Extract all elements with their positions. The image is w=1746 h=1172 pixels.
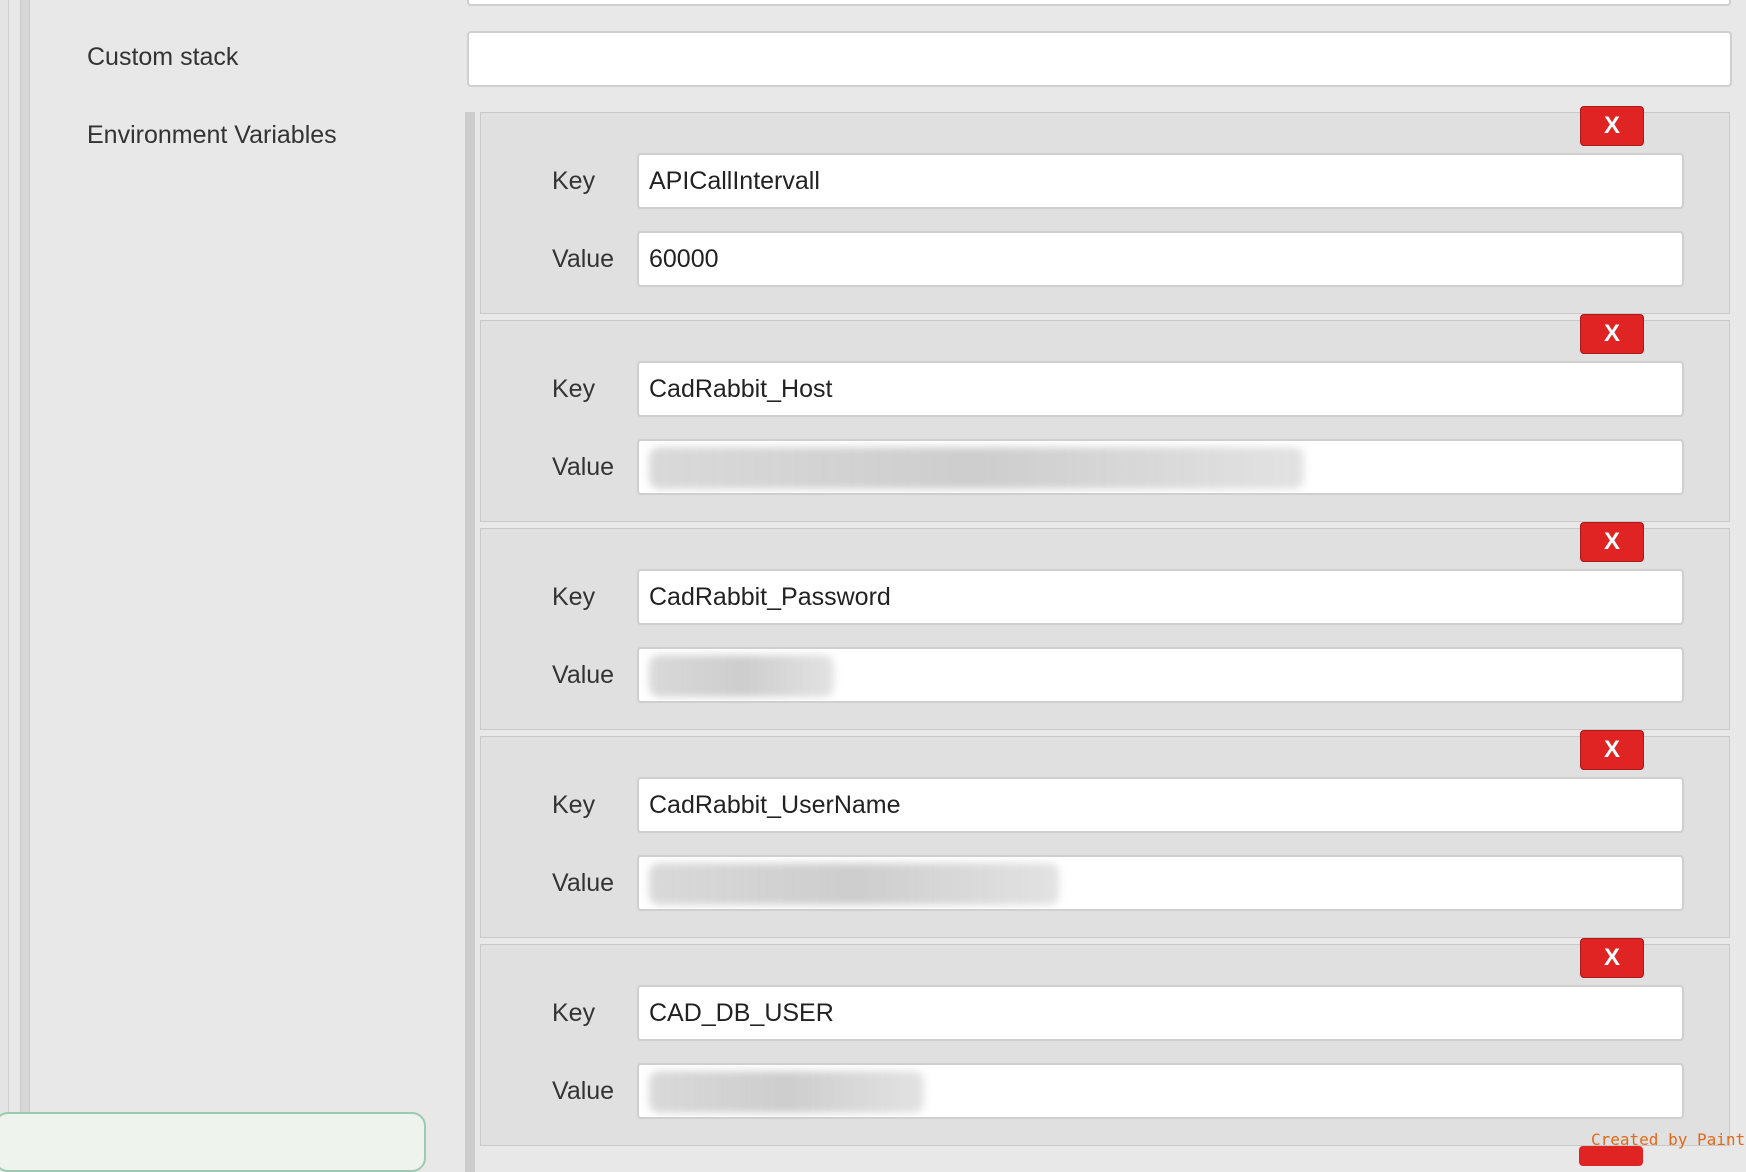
redacted-value bbox=[649, 863, 1059, 905]
delete-env-var-button[interactable]: X bbox=[1580, 938, 1644, 978]
delete-env-var-button[interactable]: X bbox=[1580, 522, 1644, 562]
redacted-value bbox=[649, 447, 1304, 489]
env-var-key-input[interactable] bbox=[637, 777, 1684, 833]
delete-env-var-button[interactable]: X bbox=[1580, 106, 1644, 146]
env-var-value-input[interactable] bbox=[637, 231, 1684, 287]
env-var-entry: X Key Value bbox=[480, 730, 1730, 938]
notification-panel bbox=[0, 1112, 426, 1172]
key-label: Key bbox=[552, 583, 596, 611]
env-var-key-input[interactable] bbox=[637, 153, 1684, 209]
key-label: Key bbox=[552, 167, 596, 195]
delete-env-var-button-partial[interactable] bbox=[1579, 1146, 1643, 1166]
value-label: Value bbox=[552, 869, 615, 897]
env-var-value-input[interactable] bbox=[637, 1063, 1684, 1119]
env-var-value-input[interactable] bbox=[637, 647, 1684, 703]
key-label: Key bbox=[552, 375, 596, 403]
redacted-value bbox=[649, 655, 834, 697]
env-var-entry: X Key Value bbox=[480, 106, 1730, 314]
env-var-key-input[interactable] bbox=[637, 361, 1684, 417]
value-label: Value bbox=[552, 661, 615, 689]
env-var-value-input[interactable] bbox=[637, 439, 1684, 495]
custom-stack-input[interactable] bbox=[467, 31, 1732, 87]
delete-env-var-button[interactable]: X bbox=[1580, 314, 1644, 354]
delete-env-var-button[interactable]: X bbox=[1580, 730, 1644, 770]
value-label: Value bbox=[552, 453, 615, 481]
value-label: Value bbox=[552, 245, 615, 273]
previous-field[interactable] bbox=[467, 0, 1731, 6]
environment-variables-label: Environment Variables bbox=[87, 121, 337, 149]
env-var-key-input[interactable] bbox=[637, 569, 1684, 625]
watermark: Created by Paint X bbox=[1591, 1130, 1746, 1149]
key-label: Key bbox=[552, 999, 596, 1027]
env-var-entry: X Key Value bbox=[480, 314, 1730, 522]
redacted-value bbox=[649, 1071, 924, 1113]
left-gutter-divider bbox=[20, 0, 30, 1154]
key-label: Key bbox=[552, 791, 596, 819]
env-var-entry: X Key Value bbox=[480, 938, 1730, 1146]
custom-stack-label: Custom stack bbox=[87, 43, 239, 71]
left-gutter bbox=[0, 0, 9, 1154]
value-label: Value bbox=[552, 1077, 615, 1105]
env-var-entry: X Key Value bbox=[480, 522, 1730, 730]
env-var-key-input[interactable] bbox=[637, 985, 1684, 1041]
env-var-value-input[interactable] bbox=[637, 855, 1684, 911]
